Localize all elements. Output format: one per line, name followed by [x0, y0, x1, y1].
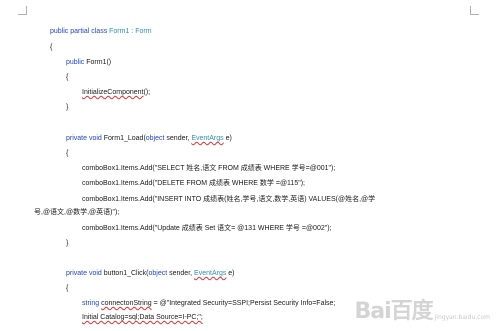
code-text: button1_Click(	[103, 270, 149, 277]
code-line-add-select: comboBox1.Items.Add("SELECT 姓名,语文 FROM 成…	[82, 164, 335, 173]
baidu-jingyan-watermark: Bai百度 jingyan.baidu.com	[354, 293, 490, 325]
code-text: e)	[226, 270, 235, 277]
code-keyword: string	[82, 300, 102, 307]
code-keyword: object	[148, 270, 168, 277]
code-line-connection-string: string connectonString = @"Integrated Se…	[82, 299, 335, 308]
code-text: Form1()	[86, 59, 112, 66]
code-text: {	[50, 44, 53, 51]
code-text: e)	[223, 135, 232, 142]
code-text: sender,	[167, 270, 195, 277]
code-keyword: object	[145, 135, 165, 142]
page-margin-mark-left	[18, 6, 27, 15]
code-line-constructor: public Form1()	[66, 58, 111, 67]
code-line-brace-close: }	[66, 103, 68, 112]
code-text: Form1_Load(	[103, 135, 146, 142]
code-line-brace-open: {	[66, 149, 68, 158]
code-line-brace-open: {	[66, 284, 68, 293]
code-text: 号,@语文,@数学,@英语)");	[34, 209, 120, 216]
code-text: = @"Integrated Security=SSPI;Persist Sec…	[151, 300, 336, 307]
watermark-logo: Bai百度	[354, 299, 433, 324]
code-text: comboBox1.Items.Add("INSERT INTO 成绩表(姓名,…	[82, 196, 376, 203]
code-text: comboBox1.Items.Add("Update 成绩表 Set 语文= …	[82, 225, 332, 232]
code-line-add-insert: comboBox1.Items.Add("INSERT INTO 成绩表(姓名,…	[82, 195, 375, 204]
watermark-url: jingyan.baidu.com	[434, 314, 490, 321]
code-text: }	[66, 104, 69, 111]
code-text: comboBox1.Items.Add("SELECT 姓名,语文 FROM 成…	[82, 165, 336, 172]
code-text: {	[66, 74, 69, 81]
code-line-class-decl: public partial class Form1 : Form	[50, 27, 152, 36]
code-line-add-insert-cont: 号,@语文,@数学,@英语)");	[34, 208, 119, 217]
code-line-initialize: InitializeComponent();	[82, 88, 150, 97]
code-text: {	[66, 285, 69, 292]
code-text: {	[66, 150, 69, 157]
code-keyword: private void	[66, 270, 104, 277]
page-margin-mark-right	[470, 6, 479, 15]
code-line-add-update: comboBox1.Items.Add("Update 成绩表 Set 语文= …	[82, 224, 332, 233]
code-text: ();	[143, 89, 151, 96]
code-line-form-load: private void Form1_Load(object sender, E…	[66, 134, 232, 143]
code-type: EventArgs	[191, 135, 224, 142]
code-text: Initial Catalog=sql;Data Source=I-PC;";	[82, 314, 203, 321]
code-identifier-flagged: InitializeComponent	[82, 89, 144, 96]
code-keyword: public partial class	[50, 28, 110, 35]
code-line-connection-string-cont: Initial Catalog=sql;Data Source=I-PC;";	[82, 313, 203, 322]
code-text: }	[66, 240, 69, 247]
code-line-add-delete: comboBox1.Items.Add("DELETE FROM 成绩表 WHE…	[82, 179, 305, 188]
code-type: EventArgs	[194, 270, 227, 277]
code-type: Form1 : Form	[109, 28, 152, 35]
code-line-button-click: private void button1_Click(object sender…	[66, 269, 235, 278]
document-page: public partial class Form1 : Form { publ…	[0, 0, 500, 331]
code-identifier-flagged: connectonString	[101, 300, 152, 307]
code-text: sender,	[164, 135, 192, 142]
code-line-brace-open: {	[66, 73, 68, 82]
code-text: comboBox1.Items.Add("DELETE FROM 成绩表 WHE…	[82, 180, 305, 187]
code-line-brace-close: }	[66, 239, 68, 248]
code-line-brace-open: {	[50, 43, 52, 52]
code-keyword: public	[66, 59, 87, 66]
code-keyword: private void	[66, 135, 104, 142]
